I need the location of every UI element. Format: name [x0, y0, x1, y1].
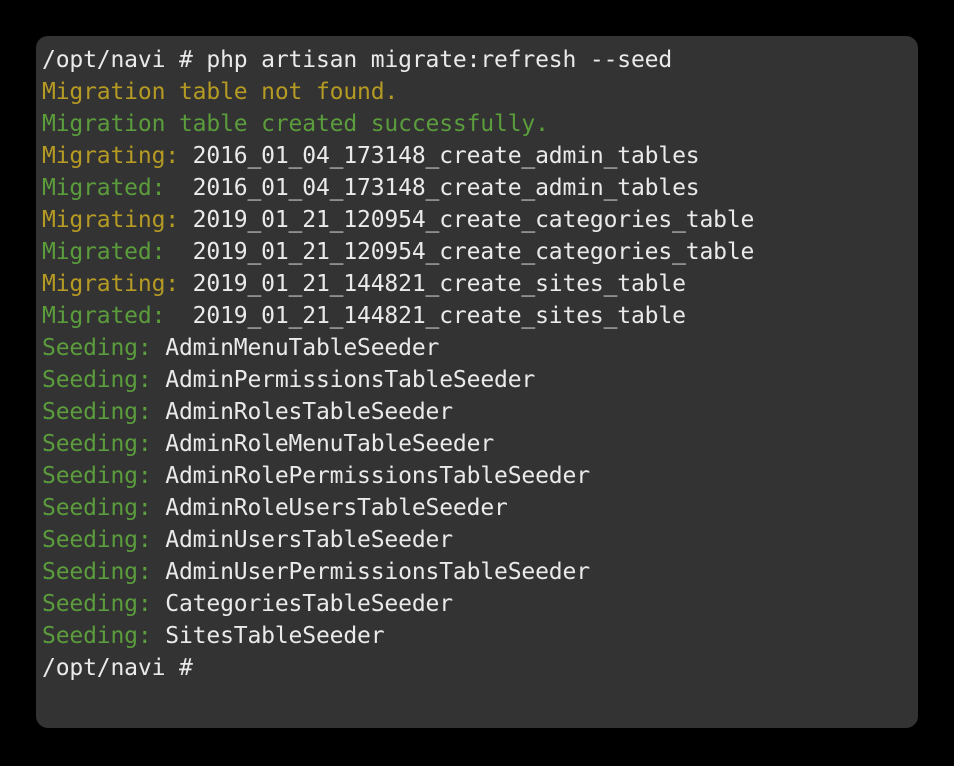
terminal-output[interactable]: /opt/navi # php artisan migrate:refresh … [42, 44, 918, 728]
log-target-name: 2019_01_21_120954_create_categories_tabl… [192, 207, 755, 233]
screen-background: /opt/navi # php artisan migrate:refresh … [0, 0, 954, 766]
terminal-line: Seeding: AdminPermissionsTableSeeder [42, 364, 918, 396]
log-status-label: Migrating: [42, 271, 193, 297]
log-status-label: Migrated: [42, 239, 193, 265]
log-status-label: Seeding: [42, 591, 166, 617]
log-target-name: AdminRolePermissionsTableSeeder [165, 463, 590, 489]
terminal-line: Seeding: AdminMenuTableSeeder [42, 332, 918, 364]
terminal-line: Migrating: 2019_01_21_120954_create_cate… [42, 204, 918, 236]
terminal-line: Seeding: AdminRolesTableSeeder [42, 396, 918, 428]
log-target-name: 2016_01_04_173148_create_admin_tables [192, 143, 700, 169]
log-status-label: Seeding: [42, 335, 166, 361]
log-status-label: Seeding: [42, 367, 166, 393]
log-target-name: 2019_01_21_144821_create_sites_table [192, 303, 686, 329]
log-target-name: 2016_01_04_173148_create_admin_tables [192, 175, 700, 201]
terminal-line: Migrating: 2019_01_21_144821_create_site… [42, 268, 918, 300]
log-status-label: Migrated: [42, 175, 193, 201]
log-message: Migration table created successfully. [42, 111, 549, 137]
log-target-name: AdminPermissionsTableSeeder [165, 367, 536, 393]
log-target-name: 2019_01_21_120954_create_categories_tabl… [192, 239, 755, 265]
terminal-line: /opt/navi # php artisan migrate:refresh … [42, 44, 918, 76]
log-status-label: Migrating: [42, 207, 193, 233]
terminal-line: Seeding: CategoriesTableSeeder [42, 588, 918, 620]
log-status-label: Seeding: [42, 463, 166, 489]
terminal-line: Seeding: AdminRoleMenuTableSeeder [42, 428, 918, 460]
log-target-name: AdminRolesTableSeeder [165, 399, 453, 425]
terminal-line: Seeding: SitesTableSeeder [42, 620, 918, 652]
log-message: Migration table not found. [42, 79, 399, 105]
terminal-window: /opt/navi # php artisan migrate:refresh … [36, 36, 918, 728]
terminal-line: Seeding: AdminUserPermissionsTableSeeder [42, 556, 918, 588]
log-status-label: Migrating: [42, 143, 193, 169]
terminal-line: Migration table not found. [42, 76, 918, 108]
shell-prompt: /opt/navi # [42, 655, 207, 681]
log-target-name: CategoriesTableSeeder [165, 591, 453, 617]
log-status-label: Seeding: [42, 559, 166, 585]
terminal-line: Seeding: AdminRolePermissionsTableSeeder [42, 460, 918, 492]
terminal-line: /opt/navi # [42, 652, 918, 684]
log-status-label: Seeding: [42, 495, 166, 521]
shell-prompt: /opt/navi # [42, 47, 207, 73]
log-status-label: Seeding: [42, 399, 166, 425]
terminal-line: Migrated: 2019_01_21_120954_create_categ… [42, 236, 918, 268]
log-status-label: Seeding: [42, 527, 166, 553]
log-target-name: SitesTableSeeder [165, 623, 385, 649]
terminal-line: Migrated: 2019_01_21_144821_create_sites… [42, 300, 918, 332]
log-target-name: AdminUserPermissionsTableSeeder [165, 559, 590, 585]
terminal-line: Seeding: AdminUsersTableSeeder [42, 524, 918, 556]
terminal-line: Migrating: 2016_01_04_173148_create_admi… [42, 140, 918, 172]
log-status-label: Seeding: [42, 431, 166, 457]
log-target-name: AdminRoleMenuTableSeeder [165, 431, 495, 457]
terminal-line: Migration table created successfully. [42, 108, 918, 140]
log-target-name: AdminMenuTableSeeder [165, 335, 440, 361]
log-status-label: Seeding: [42, 623, 166, 649]
terminal-line: Migrated: 2016_01_04_173148_create_admin… [42, 172, 918, 204]
log-target-name: AdminRoleUsersTableSeeder [165, 495, 508, 521]
terminal-line: Seeding: AdminRoleUsersTableSeeder [42, 492, 918, 524]
shell-command: php artisan migrate:refresh --seed [206, 47, 673, 73]
log-target-name: 2019_01_21_144821_create_sites_table [192, 271, 686, 297]
log-status-label: Migrated: [42, 303, 193, 329]
log-target-name: AdminUsersTableSeeder [165, 527, 453, 553]
